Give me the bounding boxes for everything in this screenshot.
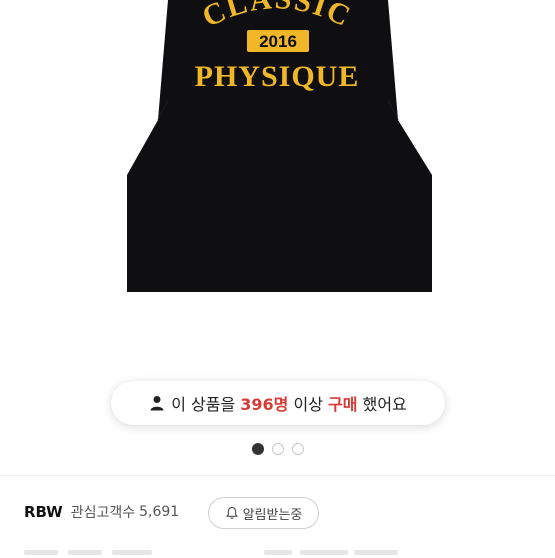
cut-off-content-row: [24, 546, 544, 558]
banner-suffix: 했어요: [362, 395, 407, 414]
banner-count: 396명: [240, 395, 289, 414]
store-info-row: RBW 관심고객수 5,691: [24, 496, 179, 528]
store-name[interactable]: RBW: [24, 503, 63, 521]
carousel-dot-1[interactable]: [251, 443, 264, 455]
person-icon: [149, 395, 165, 411]
banner-action: 구매: [328, 395, 358, 414]
banner-prefix: 이 상품을: [171, 395, 236, 414]
favorites-label: 관심고객수: [70, 505, 136, 521]
bell-icon: [225, 506, 239, 520]
notify-button-label: 알림받는중: [242, 507, 303, 523]
purchase-count-banner: 이 상품을 396명 이상 구매 했어요: [111, 381, 445, 425]
carousel-dot-2[interactable]: [271, 443, 284, 455]
favorites-count: 5,691: [139, 504, 180, 520]
print-text-physique: PHYSIQUE: [195, 60, 360, 93]
print-year: 2016: [259, 32, 297, 51]
banner-middle: 이상: [293, 395, 323, 414]
tshirt-image: CLASSIC 2016 PHYSIQUE: [127, 0, 432, 292]
carousel-dot-3[interactable]: [291, 443, 304, 455]
notify-button[interactable]: 알림받는중: [208, 497, 319, 529]
carousel-indicator: [0, 443, 555, 455]
section-divider: [0, 475, 555, 476]
product-image-area[interactable]: CLASSIC 2016 PHYSIQUE: [0, 0, 555, 365]
